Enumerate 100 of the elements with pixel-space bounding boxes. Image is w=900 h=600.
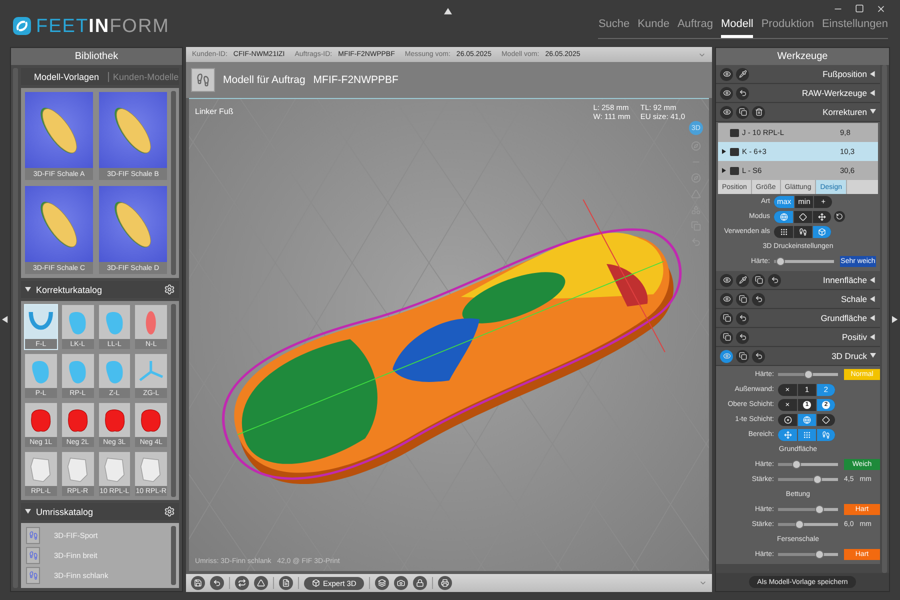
globe-icon — [780, 212, 788, 220]
undo-icon[interactable] — [768, 274, 781, 286]
expand-icon[interactable] — [870, 277, 876, 283]
dropdown-icon[interactable] — [699, 579, 707, 587]
undo-icon[interactable] — [736, 330, 749, 344]
copy-icon[interactable] — [736, 292, 749, 306]
undo-icon[interactable] — [736, 86, 749, 100]
scrollbar[interactable] — [171, 91, 176, 275]
order-id: MFIF-F2NWPPBF — [313, 74, 398, 86]
reset-icon[interactable] — [834, 211, 845, 222]
eye-icon[interactable] — [720, 86, 733, 100]
nav-tab[interactable]: Suche — [598, 16, 630, 38]
tool-section-header[interactable]: RAW-Werkzeuge — [716, 84, 880, 103]
segment-button[interactable] — [816, 428, 835, 440]
logo-text: FEETINFORM — [36, 16, 170, 36]
library-tab[interactable]: Kunden-Modelle — [108, 72, 183, 82]
logo-icon — [12, 16, 32, 36]
collapse-icon[interactable] — [870, 109, 876, 115]
eye-icon[interactable] — [720, 106, 733, 118]
foot-outline-icon — [28, 571, 38, 580]
expand-icon[interactable] — [722, 149, 727, 154]
expand-icon[interactable] — [870, 90, 876, 96]
expand-icon[interactable] — [870, 315, 876, 321]
save-icon[interactable] — [191, 576, 205, 590]
collapse-icon[interactable] — [870, 353, 876, 359]
correction-icon — [730, 128, 739, 136]
scrollbar[interactable] — [171, 526, 176, 585]
eye-icon[interactable] — [720, 292, 733, 306]
correction-icon — [730, 166, 739, 174]
library-tab[interactable]: Modell-Vorlagen — [30, 72, 104, 82]
eye-icon[interactable] — [720, 274, 733, 286]
nav-tab[interactable]: Produktion — [761, 16, 814, 38]
foot-thumbnail — [191, 68, 215, 92]
footprint-icon — [822, 430, 830, 438]
expand-icon[interactable] — [870, 71, 876, 77]
eye-icon[interactable] — [720, 350, 733, 362]
pipette-icon[interactable] — [736, 68, 749, 80]
grip-icon — [780, 228, 788, 236]
collapse-icon[interactable] — [25, 508, 31, 514]
slider-thumb[interactable] — [814, 550, 824, 559]
copy-icon[interactable] — [752, 274, 765, 286]
nav-tab[interactable]: Modell — [720, 16, 754, 38]
scrollbar[interactable] — [171, 304, 176, 497]
slider-thumb[interactable] — [794, 520, 804, 529]
nav-tab[interactable]: Kunde — [638, 16, 670, 38]
settings-icon[interactable] — [164, 506, 175, 517]
footprint-icon — [799, 228, 807, 236]
repeat-icon[interactable] — [235, 576, 249, 590]
undo-icon[interactable] — [210, 576, 224, 590]
undo-icon[interactable] — [752, 350, 765, 362]
tool-section-header[interactable]: Fußposition — [716, 65, 880, 84]
collapse-icon[interactable] — [25, 286, 31, 292]
settings-icon[interactable] — [164, 284, 175, 295]
scrollbar[interactable] — [882, 65, 887, 573]
camera-icon[interactable] — [394, 576, 408, 590]
model-title: Modell für Auftrag — [223, 74, 306, 86]
panel-title: Bibliothek — [11, 48, 182, 65]
copy-icon[interactable] — [720, 330, 733, 344]
grip-icon — [803, 430, 811, 438]
foot-outline-icon — [28, 531, 38, 540]
copy-icon[interactable] — [720, 312, 733, 324]
collapse-icon[interactable] — [444, 8, 452, 16]
panel-title: Werkzeuge — [716, 48, 889, 65]
segment-button[interactable] — [797, 428, 816, 440]
slider-thumb[interactable] — [814, 505, 824, 514]
pipette-icon[interactable] — [736, 274, 749, 286]
slider-thumb[interactable] — [812, 475, 822, 484]
document-icon[interactable] — [279, 576, 293, 590]
lock-icon[interactable] — [413, 576, 428, 590]
trash-icon[interactable] — [752, 106, 765, 118]
tool-section-header[interactable]: Innenfläche — [716, 271, 880, 290]
layers-icon[interactable] — [375, 576, 390, 590]
expand-right-icon[interactable] — [892, 316, 898, 323]
undo-icon[interactable] — [752, 292, 765, 306]
maximize-icon[interactable] — [855, 4, 864, 14]
slider-thumb[interactable] — [792, 460, 802, 469]
tool-section-header[interactable]: Schale — [716, 290, 880, 309]
segment-button[interactable] — [774, 210, 793, 222]
nav-tab[interactable]: Auftrag — [677, 16, 713, 38]
expand-icon[interactable] — [870, 334, 876, 340]
segment-button[interactable] — [812, 226, 831, 238]
collapse-left-icon[interactable] — [2, 316, 8, 323]
copy-icon[interactable] — [736, 106, 749, 118]
tool-section-header[interactable]: Positiv — [716, 328, 880, 347]
close-icon[interactable] — [876, 4, 886, 14]
segment-button[interactable] — [778, 428, 797, 440]
slider-thumb[interactable] — [804, 370, 812, 379]
printer-icon[interactable] — [438, 576, 452, 590]
tool-section-header[interactable]: 3D Druck — [716, 347, 880, 366]
slider[interactable] — [774, 257, 834, 266]
tool-section-header[interactable]: Korrekturen — [716, 103, 880, 122]
tool-section-header[interactable]: Grundfläche — [716, 309, 880, 328]
undo-icon[interactable] — [736, 312, 749, 324]
copy-icon[interactable] — [736, 350, 749, 362]
expand-icon[interactable] — [870, 296, 876, 302]
nav-tab[interactable]: Einstellungen — [822, 16, 888, 38]
expand-icon[interactable] — [722, 168, 727, 173]
slider-thumb[interactable] — [776, 257, 786, 266]
segment-button[interactable] — [797, 414, 816, 426]
eye-icon[interactable] — [720, 68, 733, 80]
